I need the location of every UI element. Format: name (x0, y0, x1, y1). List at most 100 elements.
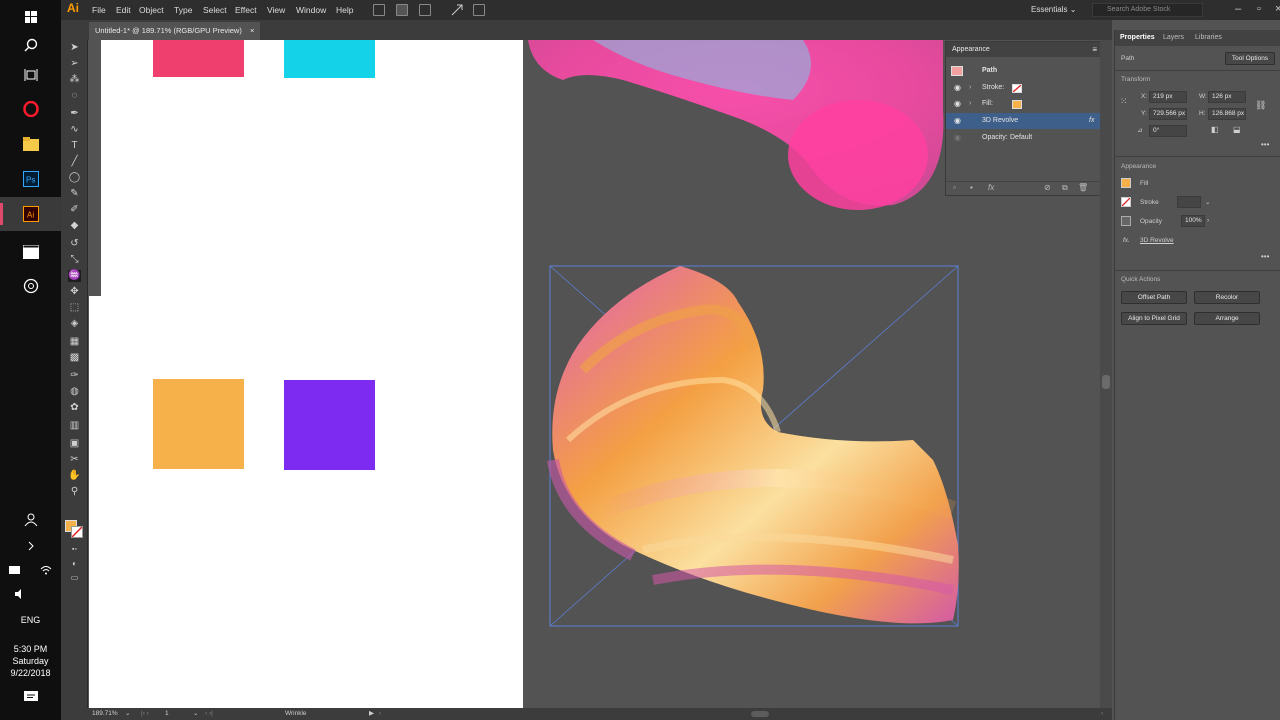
delete-item-icon[interactable]: 🗑 (1078, 183, 1088, 192)
top-3d-shape[interactable] (528, 40, 944, 210)
pen-tool-icon[interactable]: ✒ (68, 108, 81, 120)
x-field[interactable]: 219 px (1149, 91, 1187, 103)
illustrator-icon[interactable]: Ai (0, 197, 61, 231)
symbol-sprayer-tool-icon[interactable]: ✿ (68, 402, 81, 414)
fill-color-swatch[interactable] (1121, 178, 1131, 188)
tool-options-button[interactable]: Tool Options (1225, 52, 1275, 65)
workspace-switcher[interactable]: Essentials ⌄ (1031, 0, 1076, 20)
y-field[interactable]: 729.566 px (1149, 108, 1187, 120)
menu-type[interactable]: Type (174, 0, 192, 20)
settings-icon[interactable] (0, 269, 61, 303)
fx-icon[interactable]: fx (1089, 113, 1094, 129)
tab-layers[interactable]: Layers (1163, 30, 1184, 46)
chevron-down-icon[interactable]: ⌄ (1205, 198, 1210, 206)
menu-effect[interactable]: Effect (235, 0, 257, 20)
add-stroke-icon[interactable]: ▫ (953, 183, 956, 192)
height-field[interactable]: 126.868 px (1208, 108, 1246, 120)
gpu-performance-icon[interactable] (451, 4, 463, 16)
width-field[interactable]: 126 px (1208, 91, 1246, 103)
perspective-grid-tool-icon[interactable]: ▦ (68, 336, 81, 348)
selection-tool-icon[interactable]: ➤ (68, 42, 81, 54)
artboard[interactable] (89, 40, 523, 708)
appearance-opacity-row[interactable]: ◉ Opacity: Default (946, 130, 1103, 146)
puppet-warp-tool-icon[interactable]: ✥ (68, 286, 81, 298)
slice-tool-icon[interactable]: ✂ (68, 454, 81, 466)
mesh-tool-icon[interactable]: ▩ (68, 352, 81, 364)
stroke-weight-field[interactable] (1177, 196, 1201, 208)
menu-edit[interactable]: Edit (116, 0, 131, 20)
flip-vertical-icon[interactable]: ⬓ (1233, 125, 1241, 134)
more-options-icon[interactable]: ••• (1261, 140, 1269, 149)
task-view-icon[interactable] (0, 58, 61, 92)
screen-mode-icon[interactable]: ▭ (68, 572, 81, 584)
chevron-right-icon[interactable]: › (969, 96, 971, 112)
add-effect-icon[interactable]: fx (988, 183, 994, 192)
recolor-button[interactable]: Recolor (1194, 291, 1260, 304)
artboard-tool-icon[interactable]: ▣ (68, 438, 81, 450)
column-graph-tool-icon[interactable]: ▥ (68, 420, 81, 432)
duplicate-item-icon[interactable]: ⧉ (1062, 183, 1068, 193)
artboard-number-field[interactable]: 1 (165, 708, 169, 720)
tab-properties[interactable]: Properties (1120, 30, 1155, 46)
media-player-icon[interactable] (0, 235, 61, 269)
eraser-tool-icon[interactable]: ◆ (68, 220, 81, 232)
rotate-field[interactable]: 0° (1149, 125, 1187, 137)
tab-libraries[interactable]: Libraries (1195, 30, 1222, 46)
clear-appearance-icon[interactable]: ⊘ (1044, 183, 1051, 192)
appearance-panel-header[interactable]: Appearance ≡ (946, 42, 1103, 57)
cyan-swatch-shape[interactable] (284, 40, 375, 78)
direct-selection-tool-icon[interactable]: ➢ (68, 58, 81, 70)
scroll-right-icon[interactable]: › (1101, 708, 1103, 720)
eye-icon[interactable]: ◉ (954, 113, 961, 129)
close-icon[interactable]: × (1275, 0, 1280, 20)
close-tab-icon[interactable]: × (250, 26, 254, 35)
shaper-tool-icon[interactable]: ✐ (68, 204, 81, 216)
line-tool-icon[interactable]: ╱ (68, 156, 81, 168)
volume-icon[interactable] (0, 577, 40, 611)
stroke-none-swatch[interactable] (1121, 197, 1131, 207)
color-mode-icon[interactable]: ▪▫ (68, 544, 81, 556)
menu-view[interactable]: View (267, 0, 285, 20)
purple-swatch-shape[interactable] (284, 380, 375, 470)
chevron-down-icon[interactable]: ⌄ (193, 708, 198, 720)
magic-wand-tool-icon[interactable]: ⁂ (68, 74, 81, 86)
scroll-left-icon[interactable]: ‹ (379, 708, 381, 720)
eye-icon[interactable]: ◉ (954, 96, 961, 112)
offset-path-button[interactable]: Offset Path (1121, 291, 1187, 304)
orange-swatch-shape[interactable] (153, 379, 244, 469)
panel-menu-icon[interactable]: ≡ (1092, 42, 1097, 57)
reference-point-icon[interactable]: ⁙ (1120, 96, 1128, 107)
opacity-field[interactable]: 100% (1181, 215, 1205, 227)
stock-icon[interactable] (396, 4, 408, 16)
menu-help[interactable]: Help (336, 0, 353, 20)
appearance-fill-row[interactable]: ◉ › Fill: (946, 96, 1103, 112)
menu-object[interactable]: Object (139, 0, 164, 20)
paintbrush-tool-icon[interactable]: ✎ (68, 188, 81, 200)
system-clock[interactable]: 5:30 PM Saturday 9/22/2018 (0, 643, 61, 679)
fx-icon[interactable]: fx. (1123, 237, 1130, 244)
chevron-right-icon[interactable]: › (969, 80, 971, 96)
zoom-level-field[interactable]: 189.71% (92, 708, 118, 720)
opera-icon[interactable] (0, 92, 61, 126)
add-fill-icon[interactable]: ▪ (970, 183, 973, 192)
effect-link[interactable]: 3D Revolve (1140, 237, 1174, 244)
search-icon[interactable] (0, 28, 61, 62)
scrollbar-thumb[interactable] (1102, 375, 1110, 389)
hand-tool-icon[interactable]: ✋ (68, 470, 81, 482)
align-to-pixel-grid-button[interactable]: Align to Pixel Grid (1121, 312, 1187, 325)
document-tab[interactable]: Untitled-1* @ 189.71% (RGB/GPU Preview) … (89, 22, 261, 40)
search-stock-input[interactable]: Search Adobe Stock (1092, 3, 1203, 17)
menu-file[interactable]: File (92, 0, 106, 20)
draw-mode-icon[interactable]: ◐ (68, 558, 81, 570)
more-options-icon[interactable]: ••• (1261, 252, 1269, 261)
bridge-icon[interactable] (373, 4, 385, 16)
file-explorer-icon[interactable] (0, 127, 61, 161)
menu-window[interactable]: Window (296, 0, 326, 20)
scale-tool-icon[interactable]: ⤡ (68, 254, 81, 266)
eyedropper-tool-icon[interactable]: ✑ (68, 370, 81, 382)
appearance-effect-row[interactable]: ◉ 3D Revolve fx (946, 113, 1103, 129)
language-indicator[interactable]: ENG (0, 615, 61, 625)
arrange-button[interactable]: Arrange (1194, 312, 1260, 325)
status-menu-icon[interactable]: ▶ (369, 708, 374, 720)
width-tool-icon[interactable]: ♒ (68, 270, 81, 282)
